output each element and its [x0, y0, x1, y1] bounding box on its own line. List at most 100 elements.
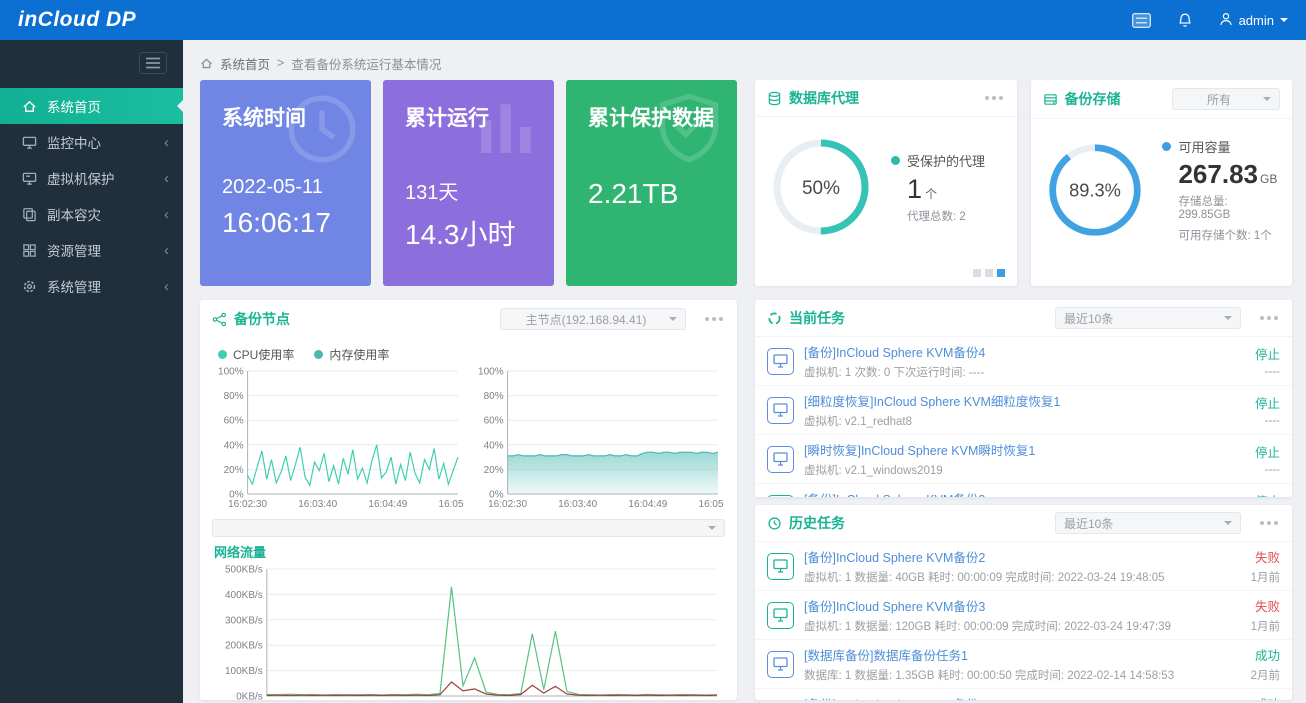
- task-name-link[interactable]: [备份]InCloud Sphere KVM备份4: [804, 342, 1245, 361]
- system-date: 2022-05-11: [222, 176, 349, 199]
- task-name-link[interactable]: [备份]InCloud Sphere KVM备份3: [804, 489, 1245, 497]
- db-task-icon: [767, 651, 794, 678]
- more-options-button[interactable]: [1258, 312, 1280, 324]
- user-icon: [1219, 12, 1233, 29]
- db-agent-panel: 数据库代理 50% 受保护的代理 1个 代理总数: 2: [755, 80, 1017, 286]
- task-row[interactable]: [数据库备份]数据库备份任务1 数据库: 1 数据量: 1.35GB 耗时: 0…: [755, 640, 1292, 689]
- task-name-link[interactable]: [数据库备份]数据库备份任务1: [804, 645, 1241, 664]
- svg-text:60%: 60%: [224, 416, 244, 427]
- sidebar-nav: 系统首页 监控中心 ‹ 虚拟机保护 ‹ 副本容灾 ‹ 资源管理 ‹ 系统管理 ‹: [0, 88, 183, 304]
- stop-task-button[interactable]: 停止: [1255, 442, 1280, 461]
- home-icon: [200, 57, 213, 70]
- node-select[interactable]: 主节点(192.168.94.41): [500, 308, 686, 330]
- sidebar-item-label: 监控中心: [47, 132, 101, 152]
- sidebar-item-system-settings[interactable]: 系统管理 ‹: [0, 268, 183, 304]
- notifications-bell-icon[interactable]: [1177, 12, 1193, 29]
- vm-task-icon: [767, 602, 794, 629]
- more-options-button[interactable]: [703, 313, 725, 325]
- sidebar-item-label: 虚拟机保护: [47, 168, 115, 188]
- pager-dot[interactable]: [997, 269, 1005, 277]
- chevron-left-icon: ‹: [164, 135, 169, 150]
- chevron-left-icon: ‹: [164, 207, 169, 222]
- system-time: 16:06:17: [222, 207, 349, 239]
- panel-title: 备份存储: [1065, 89, 1121, 109]
- svg-text:40%: 40%: [224, 440, 244, 451]
- task-name-link[interactable]: [细粒度恢复]InCloud Sphere KVM细粒度恢复1: [804, 391, 1245, 410]
- breadcrumb-separator: >: [277, 56, 284, 70]
- stat-card-protected-data: 累计保护数据 2.21TB: [566, 80, 737, 286]
- sidebar: 系统首页 监控中心 ‹ 虚拟机保护 ‹ 副本容灾 ‹ 资源管理 ‹ 系统管理 ‹: [0, 40, 183, 703]
- task-row[interactable]: [细粒度恢复]InCloud Sphere KVM细粒度恢复1 虚拟机: v2.…: [755, 386, 1292, 435]
- panel-title: 数据库代理: [789, 88, 859, 108]
- history-clock-icon: [767, 516, 782, 531]
- chevron-left-icon: ‹: [164, 171, 169, 186]
- sidebar-item-home[interactable]: 系统首页: [0, 88, 183, 124]
- history-tasks-list: [备份]InCloud Sphere KVM备份2 虚拟机: 1 数据量: 40…: [755, 542, 1292, 700]
- stop-task-button[interactable]: 停止: [1255, 344, 1280, 363]
- stat-card-system-time: 系统时间 2022-05-11 16:06:17: [200, 80, 371, 286]
- more-options-button[interactable]: [983, 92, 1005, 104]
- bar-chart-icon: [468, 88, 546, 169]
- available-capacity-value: 267.83GB: [1178, 159, 1278, 190]
- apps-menu-icon[interactable]: [1132, 13, 1151, 28]
- svg-text:16:05:52: 16:05:52: [699, 499, 724, 510]
- user-menu[interactable]: admin: [1219, 12, 1288, 29]
- task-row[interactable]: [备份]InCloud Sphere KVM备份4 虚拟机: 1 次数: 0 下…: [755, 337, 1292, 386]
- node-icon: [212, 312, 227, 327]
- sidebar-item-label: 系统首页: [47, 96, 101, 116]
- task-row[interactable]: [备份]InCloud Sphere KVM备份3 虚拟机: 1 数据量: 12…: [755, 689, 1292, 700]
- chevron-down-icon: [1280, 18, 1288, 26]
- task-row[interactable]: [备份]InCloud Sphere KVM备份3 虚拟机: 1 数据量: 12…: [755, 591, 1292, 640]
- current-tasks-panel: 当前任务 最近10条 [备份]InCloud Sphere KVM备份4 虚拟机…: [755, 300, 1292, 497]
- available-capacity-label: 可用容量: [1178, 137, 1230, 156]
- task-name-link[interactable]: [备份]InCloud Sphere KVM备份3: [804, 694, 1241, 700]
- network-traffic-chart: 500KB/s400KB/s300KB/s200KB/s100KB/s0KB/s…: [212, 563, 723, 700]
- pager-dot[interactable]: [973, 269, 981, 277]
- svg-text:16:02:30: 16:02:30: [228, 499, 267, 510]
- pager-dot[interactable]: [985, 269, 993, 277]
- task-name-link[interactable]: [备份]InCloud Sphere KVM备份2: [804, 547, 1241, 566]
- task-name-link[interactable]: [备份]InCloud Sphere KVM备份3: [804, 596, 1241, 615]
- stop-task-button[interactable]: 停止: [1255, 491, 1280, 497]
- svg-text:500KB/s: 500KB/s: [225, 565, 263, 576]
- svg-text:400KB/s: 400KB/s: [225, 590, 263, 601]
- svg-text:100%: 100%: [218, 367, 244, 378]
- svg-text:0KB/s: 0KB/s: [236, 692, 263, 701]
- backup-node-panel: 备份节点 主节点(192.168.94.41) CPU使用率 内存使用率 100…: [200, 300, 737, 700]
- chevron-left-icon: ‹: [164, 243, 169, 258]
- sidebar-item-replica-dr[interactable]: 副本容灾 ‹: [0, 196, 183, 232]
- sidebar-item-resources[interactable]: 资源管理 ‹: [0, 232, 183, 268]
- panel-title: 历史任务: [789, 513, 845, 533]
- storage-total: 存储总量: 299.85GB: [1178, 193, 1278, 221]
- storage-filter-select[interactable]: 所有: [1172, 88, 1280, 110]
- task-name-link[interactable]: [瞬时恢复]InCloud Sphere KVM瞬时恢复1: [804, 440, 1245, 459]
- collapse-menu-icon[interactable]: [139, 52, 167, 74]
- sidebar-item-vm-protection[interactable]: 虚拟机保护 ‹: [0, 160, 183, 196]
- cpu-usage-chart: 100%80%60%40%20%0%16:02:3016:03:4016:04:…: [212, 365, 464, 511]
- storage-icon: [1043, 92, 1058, 107]
- vm-task-icon: [767, 700, 794, 701]
- storage-available-count: 可用存储个数: 1个: [1178, 227, 1278, 243]
- current-tasks-filter-select[interactable]: 最近10条: [1055, 307, 1241, 329]
- history-tasks-filter-select[interactable]: 最近10条: [1055, 512, 1241, 534]
- legend-dot: [1162, 142, 1171, 151]
- chart-range-select[interactable]: [212, 519, 725, 537]
- agents-total: 代理总数: 2: [907, 208, 985, 224]
- breadcrumb-home[interactable]: 系统首页: [220, 54, 270, 73]
- current-tasks-list: [备份]InCloud Sphere KVM备份4 虚拟机: 1 次数: 0 下…: [755, 337, 1292, 497]
- stop-task-button[interactable]: 停止: [1255, 393, 1280, 412]
- svg-text:200KB/s: 200KB/s: [225, 641, 263, 652]
- breadcrumb: 系统首页 > 查看备份系统运行基本情况: [200, 54, 1292, 72]
- task-row[interactable]: [备份]InCloud Sphere KVM备份3 虚拟机: 1 次数: 2 下…: [755, 484, 1292, 497]
- panel-title: 当前任务: [789, 308, 845, 328]
- svg-text:40%: 40%: [484, 440, 504, 451]
- task-row[interactable]: [备份]InCloud Sphere KVM备份2 虚拟机: 1 数据量: 40…: [755, 542, 1292, 591]
- svg-text:80%: 80%: [224, 391, 244, 402]
- sidebar-item-monitoring[interactable]: 监控中心 ‹: [0, 124, 183, 160]
- grid-icon: [22, 243, 37, 258]
- vm-task-icon: [767, 553, 794, 580]
- network-traffic-title: 网络流量: [214, 542, 725, 561]
- svg-text:20%: 20%: [484, 465, 504, 476]
- task-row[interactable]: [瞬时恢复]InCloud Sphere KVM瞬时恢复1 虚拟机: v2.1_…: [755, 435, 1292, 484]
- more-options-button[interactable]: [1258, 517, 1280, 529]
